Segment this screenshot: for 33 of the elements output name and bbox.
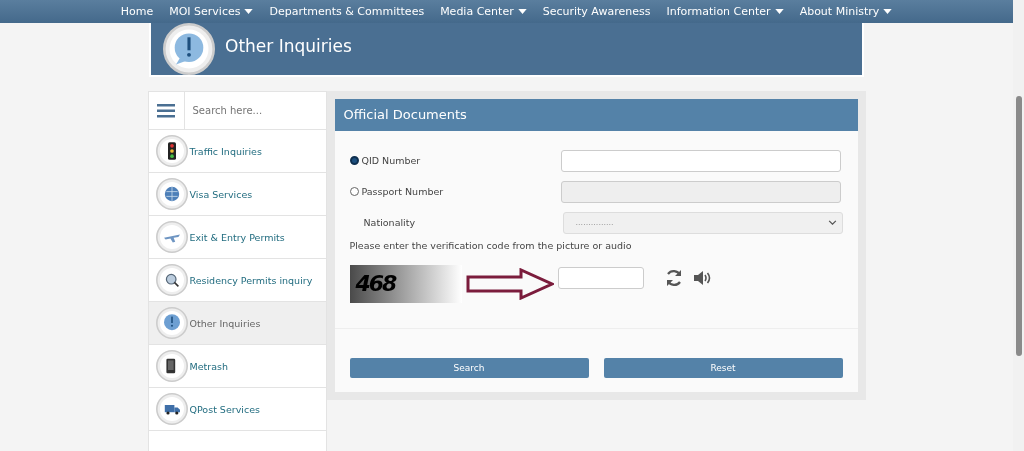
nav-link[interactable]: Departments & Committees xyxy=(261,0,433,23)
phone-icon xyxy=(155,350,188,382)
menu-icon xyxy=(157,103,175,118)
exclamation-icon xyxy=(155,307,188,339)
captcha-image: 468 xyxy=(349,265,462,303)
form-button[interactable]: Search xyxy=(349,358,589,378)
card-header: Official Documents xyxy=(334,99,858,131)
input-field[interactable] xyxy=(560,149,841,172)
globe-icon xyxy=(155,178,188,210)
truck-icon xyxy=(155,393,188,425)
form-button[interactable]: Reset xyxy=(603,358,843,378)
sidebar-item[interactable]: Other Inquiries xyxy=(148,302,326,345)
nav-link[interactable]: Home xyxy=(112,0,162,23)
airplane-icon xyxy=(155,221,188,253)
radio-button[interactable] xyxy=(349,187,359,196)
field-label: Nationality xyxy=(362,217,417,228)
nav-link[interactable]: Media Center xyxy=(432,0,535,23)
captcha-field[interactable] xyxy=(557,267,644,289)
chevron-down-icon xyxy=(827,220,837,225)
speaker-icon[interactable] xyxy=(691,268,712,288)
radio-option[interactable]: QID Number xyxy=(349,155,561,166)
magnifier-icon xyxy=(155,264,188,296)
nationality-select[interactable]: ............... xyxy=(562,211,843,234)
page-title: Other Inquiries xyxy=(225,36,352,56)
nav-link[interactable]: About Ministry xyxy=(791,0,901,23)
nav-link[interactable]: Information Center xyxy=(658,0,792,23)
nav-link[interactable]: Security Awareness xyxy=(534,0,659,23)
radio-button[interactable] xyxy=(349,156,359,165)
radio-option[interactable]: Passport Number xyxy=(349,186,561,197)
traffic-light-icon xyxy=(155,135,188,167)
scrollbar-thumb[interactable] xyxy=(1016,96,1022,356)
captcha-prompt: Please enter the verification code from the picture or audio xyxy=(349,240,633,251)
nav-link[interactable]: MOI Services xyxy=(161,0,262,23)
